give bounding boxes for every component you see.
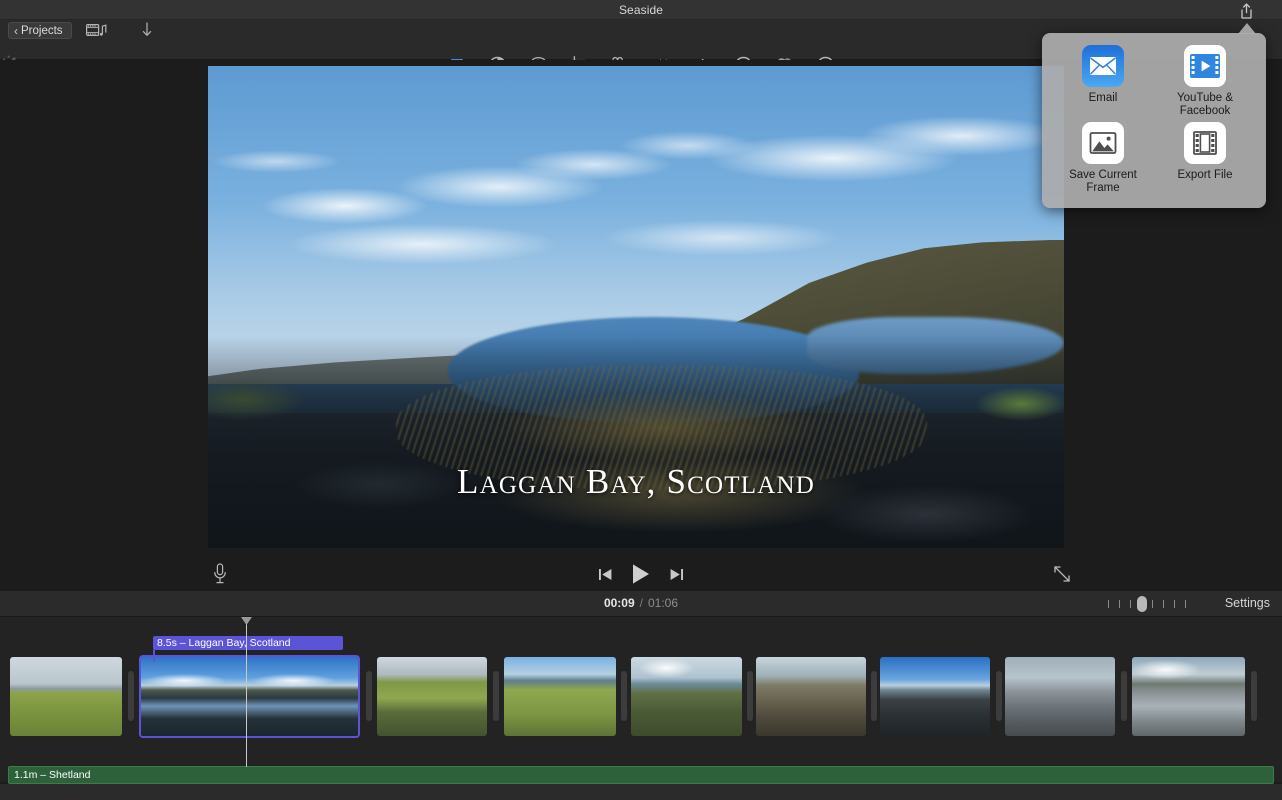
share-email[interactable]: Email xyxy=(1052,45,1154,122)
share-popover-arrow xyxy=(1238,23,1256,34)
zoom-slider-track xyxy=(1108,600,1190,608)
video-overlay-title: Laggan Bay, Scotland xyxy=(457,462,815,501)
media-music-icon[interactable] xyxy=(84,21,110,39)
clip-thumbnail-strip xyxy=(1005,657,1115,736)
timeline-clip[interactable] xyxy=(504,657,616,736)
clip-gap[interactable] xyxy=(128,671,134,721)
video-preview[interactable]: Laggan Bay, Scotland xyxy=(208,66,1064,548)
clip-gap[interactable] xyxy=(871,671,877,721)
share-save-frame[interactable]: Save Current Frame xyxy=(1052,121,1154,199)
selected-clip-label[interactable]: 8.5s – Laggan Bay, Scotland xyxy=(153,636,343,650)
clip-gap[interactable] xyxy=(1121,671,1127,721)
skip-to-start-icon[interactable] xyxy=(598,567,613,582)
clip-thumbnail xyxy=(880,657,990,736)
transport-controls xyxy=(0,560,1282,588)
clip-thumbnail xyxy=(1132,657,1245,736)
current-time: 00:09 xyxy=(603,596,635,610)
share-icon[interactable] xyxy=(1234,1,1258,20)
imovie-window: Seaside ‹ Projects Laggan Bay, Scotland … xyxy=(0,0,1282,800)
clip-thumbnail-strip xyxy=(756,657,866,736)
total-duration: 01:06 xyxy=(648,596,679,610)
timeline-clip[interactable] xyxy=(1005,657,1115,736)
share-youtube-label: YouTube & Facebook xyxy=(1176,92,1234,117)
clip-thumbnail xyxy=(249,657,358,736)
skip-to-end-icon[interactable] xyxy=(669,567,684,582)
clip-thumbnail xyxy=(631,657,742,736)
audio-track-label: 1.1m – Shetland xyxy=(14,769,91,781)
clip-thumbnail xyxy=(377,657,487,736)
clip-gap[interactable] xyxy=(1251,671,1257,721)
timeline-clip[interactable] xyxy=(10,657,122,736)
selected-clip-label-stem xyxy=(153,650,155,662)
clip-gap[interactable] xyxy=(747,671,753,721)
share-youtube[interactable]: YouTube & Facebook xyxy=(1154,45,1256,122)
timecode-display: 00:09 / 01:06 xyxy=(0,596,1282,610)
timeline-clip[interactable] xyxy=(756,657,866,736)
clip-thumbnail-strip xyxy=(880,657,990,736)
video-play-film-icon xyxy=(1184,45,1226,87)
clip-gap[interactable] xyxy=(996,671,1002,721)
play-icon[interactable] xyxy=(631,563,651,585)
timecode-separator: / xyxy=(639,596,643,610)
back-to-projects-label: Projects xyxy=(21,24,63,37)
share-email-label: Email xyxy=(1088,92,1118,104)
share-export-file[interactable]: Export File xyxy=(1154,121,1256,199)
share-save-frame-label: Save Current Frame xyxy=(1069,168,1137,194)
chevron-left-icon: ‹ xyxy=(14,23,18,38)
clip-thumbnail xyxy=(1005,657,1115,736)
share-popover: Email YouTube & Facebook Save Current Fr… xyxy=(1042,33,1266,208)
clip-thumbnail xyxy=(504,657,616,736)
clip-gap[interactable] xyxy=(366,671,372,721)
mail-envelope-icon xyxy=(1082,45,1124,87)
timeline-clip[interactable] xyxy=(1132,657,1245,736)
clip-gap[interactable] xyxy=(493,671,499,721)
timeline-scrollbar-track[interactable] xyxy=(0,784,1282,800)
playhead[interactable] xyxy=(241,617,252,767)
share-popover-grid: Email YouTube & Facebook Save Current Fr… xyxy=(1042,33,1266,208)
photo-image-icon xyxy=(1082,121,1124,164)
clip-gap[interactable] xyxy=(621,671,627,721)
back-to-projects-button[interactable]: ‹ Projects xyxy=(8,22,72,39)
selected-clip-label-text: 8.5s – Laggan Bay, Scotland xyxy=(157,637,291,649)
timeline-clip[interactable] xyxy=(141,657,358,736)
window-title-bar: Seaside xyxy=(0,0,1282,20)
clip-thumbnail-strip xyxy=(631,657,742,736)
settings-button[interactable]: Settings xyxy=(1225,596,1270,610)
audio-track[interactable]: 1.1m – Shetland xyxy=(8,766,1274,784)
clip-thumbnail-strip xyxy=(10,657,122,736)
clip-thumbnail xyxy=(756,657,866,736)
film-strip-icon xyxy=(1184,121,1226,164)
timecode-bar: 00:09 / 01:06 Settings xyxy=(0,590,1282,617)
timeline-clip[interactable] xyxy=(880,657,990,736)
clip-thumbnail xyxy=(141,657,250,736)
playhead-handle[interactable] xyxy=(241,617,252,625)
zoom-slider-knob[interactable] xyxy=(1137,596,1147,612)
clip-thumbnail-strip xyxy=(141,657,358,736)
page-title: Seaside xyxy=(618,3,664,17)
clip-thumbnail xyxy=(10,657,122,736)
share-export-file-label: Export File xyxy=(1177,168,1233,181)
timeline-clip[interactable] xyxy=(631,657,742,736)
clip-thumbnail-strip xyxy=(377,657,487,736)
timeline-clip[interactable] xyxy=(377,657,487,736)
clip-thumbnail-strip xyxy=(1132,657,1245,736)
download-arrow-icon[interactable] xyxy=(134,21,160,39)
timeline-clip-row xyxy=(0,657,1282,737)
expand-arrows-icon[interactable] xyxy=(1050,562,1074,586)
timeline-zoom-slider[interactable] xyxy=(1108,596,1190,612)
clip-thumbnail-strip xyxy=(504,657,616,736)
